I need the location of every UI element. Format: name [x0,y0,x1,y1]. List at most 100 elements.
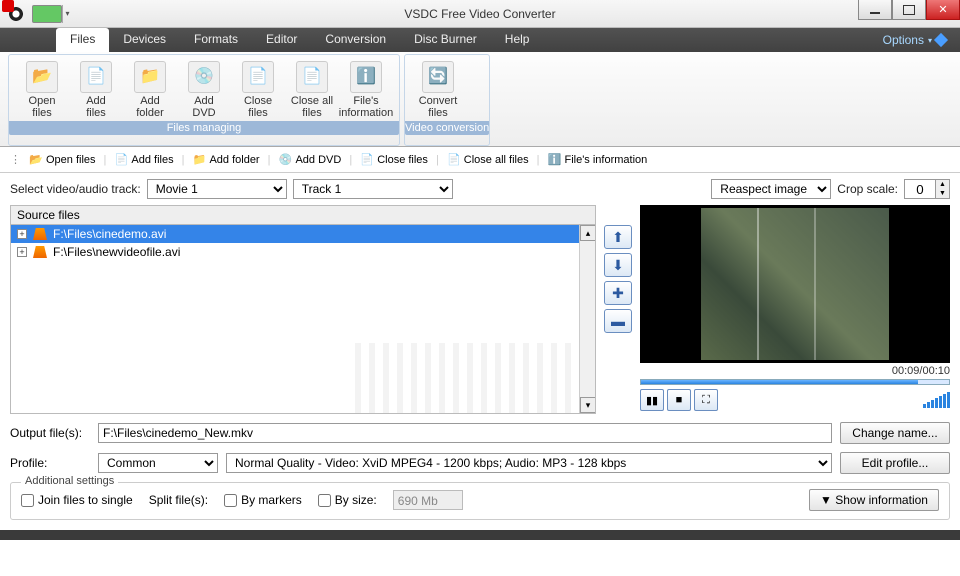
output-path-input[interactable] [98,423,832,443]
file-path: F:\Files\newvideofile.avi [53,245,180,259]
tab-files[interactable]: Files [56,28,109,52]
folder-icon: 📁 [192,153,206,167]
options-menu[interactable]: Options ▾ [877,28,952,52]
tab-disc-burner[interactable]: Disc Burner [400,28,491,52]
options-icon [934,33,948,47]
ribbon: 📂Open files 📄Add files 📁Add folder 💿Add … [0,52,960,147]
tab-help[interactable]: Help [491,28,544,52]
quick-toolbar: ⋮ 📂Open files| 📄Add files| 📁Add folder| … [0,147,960,173]
qt-file-info[interactable]: ℹ️File's information [541,151,653,169]
source-file-row[interactable]: + F:\Files\newvideofile.avi [11,243,595,261]
add-folder-button[interactable]: 📁Add folder [123,59,177,121]
source-file-row[interactable]: + F:\Files\cinedemo.avi [11,225,595,243]
add-dvd-icon: 💿 [188,61,220,93]
options-label: Options [883,33,924,47]
fullscreen-button[interactable]: ⛶ [694,389,718,411]
change-name-button[interactable]: Change name... [840,422,950,444]
ribbon-group-video-conversion: 🔄Convert files Video conversion [404,54,490,146]
add-icon: 📄 [114,153,128,167]
by-markers-checkbox[interactable]: By markers [224,493,302,507]
ribbon-group-files-managing: 📂Open files 📄Add files 📁Add folder 💿Add … [8,54,400,146]
open-files-icon: 📂 [26,61,58,93]
info-icon: ℹ️ [547,153,561,167]
track-select[interactable]: Track 1 [293,179,453,199]
size-value-combo: 690 Mb [393,490,463,510]
qt-close-all[interactable]: 📄Close all files [441,151,535,169]
source-header-label: Source files [17,208,80,222]
profile-group-select[interactable]: Common [98,453,218,473]
titlebar: ▾ VSDC Free Video Converter [0,0,960,28]
track-selector-label: Select video/audio track: [10,182,141,196]
by-size-checkbox[interactable]: By size: [318,493,377,507]
show-information-button[interactable]: ▼ Show information [809,489,939,511]
add-item-button[interactable]: ✚ [604,281,632,305]
add-dvd-button[interactable]: 💿Add DVD [177,59,231,121]
qt-add-folder[interactable]: 📁Add folder [186,151,265,169]
tab-formats[interactable]: Formats [180,28,252,52]
qt-close-files[interactable]: 📄Close files [354,151,434,169]
add-folder-icon: 📁 [134,61,166,93]
file-path: F:\Files\cinedemo.avi [53,227,166,241]
close-icon: 📄 [360,153,374,167]
qat-button[interactable] [32,5,62,23]
movie-select[interactable]: Movie 1 [147,179,287,199]
time-display: 00:09/00:10 [640,363,950,379]
window-title: VSDC Free Video Converter [404,7,555,21]
crop-scale-spinner[interactable]: ▲▼ [904,179,950,199]
status-bar [0,530,960,540]
convert-files-button[interactable]: 🔄Convert files [411,59,465,121]
preview-panel: 00:09/00:10 ▮▮ ■ ⛶ [640,205,950,414]
pause-button[interactable]: ▮▮ [640,389,664,411]
source-file-list[interactable]: + F:\Files\cinedemo.avi + F:\Files\newvi… [10,224,596,414]
qt-add-dvd[interactable]: 💿Add DVD [272,151,347,169]
expand-icon[interactable]: + [17,247,27,257]
open-icon: 📂 [29,153,43,167]
info-icon: ℹ️ [350,61,382,93]
video-file-icon [33,228,47,240]
remove-item-button[interactable]: ▬ [604,309,632,333]
join-files-checkbox[interactable]: Join files to single [21,493,133,507]
move-up-button[interactable]: ⬆ [604,225,632,249]
additional-settings: Additional settings Join files to single… [10,482,950,520]
add-files-button[interactable]: 📄Add files [69,59,123,121]
tab-editor[interactable]: Editor [252,28,311,52]
qt-open-files[interactable]: 📂Open files [23,151,102,169]
tab-conversion[interactable]: Conversion [311,28,400,52]
file-info-button[interactable]: ℹ️File's information [339,59,393,121]
open-files-button[interactable]: 📂Open files [15,59,69,121]
expand-icon[interactable]: + [17,229,27,239]
crop-scale-input[interactable] [905,180,935,198]
preview-mode-select[interactable]: Reaspect image [711,179,831,199]
ribbon-group-label: Files managing [9,121,399,135]
crop-scale-label: Crop scale: [837,182,898,196]
tab-devices[interactable]: Devices [109,28,180,52]
move-down-button[interactable]: ⬇ [604,253,632,277]
profile-detail-select[interactable]: Normal Quality - Video: XviD MPEG4 - 120… [226,453,832,473]
additional-legend: Additional settings [21,475,118,487]
close-button[interactable] [926,0,960,20]
maximize-button[interactable] [892,0,926,20]
seek-bar[interactable] [640,379,950,385]
close-files-button[interactable]: 📄Close files [231,59,285,121]
split-label: Split file(s): [149,493,208,507]
source-panel: Source files + F:\Files\cinedemo.avi + F… [10,205,596,414]
qat-dropdown[interactable]: ▾ [62,5,72,23]
crop-down[interactable]: ▼ [935,189,949,198]
scroll-up-icon[interactable]: ▴ [580,225,596,241]
add-files-icon: 📄 [80,61,112,93]
source-scrollbar[interactable]: ▴ ▾ [579,225,595,413]
preview-video[interactable] [640,205,950,363]
qt-add-files[interactable]: 📄Add files [108,151,179,169]
preview-frame [701,208,889,360]
menubar: Files Devices Formats Editor Conversion … [0,28,960,52]
stop-button[interactable]: ■ [667,389,691,411]
close-files-icon: 📄 [242,61,274,93]
volume-indicator[interactable] [923,392,950,408]
minimize-button[interactable] [858,0,892,20]
filmroll-decoration [355,343,575,414]
source-header: Source files [10,205,596,224]
edit-profile-button[interactable]: Edit profile... [840,452,950,474]
close-all-files-button[interactable]: 📄Close all files [285,59,339,121]
crop-up[interactable]: ▲ [935,180,949,189]
scroll-down-icon[interactable]: ▾ [580,397,596,413]
